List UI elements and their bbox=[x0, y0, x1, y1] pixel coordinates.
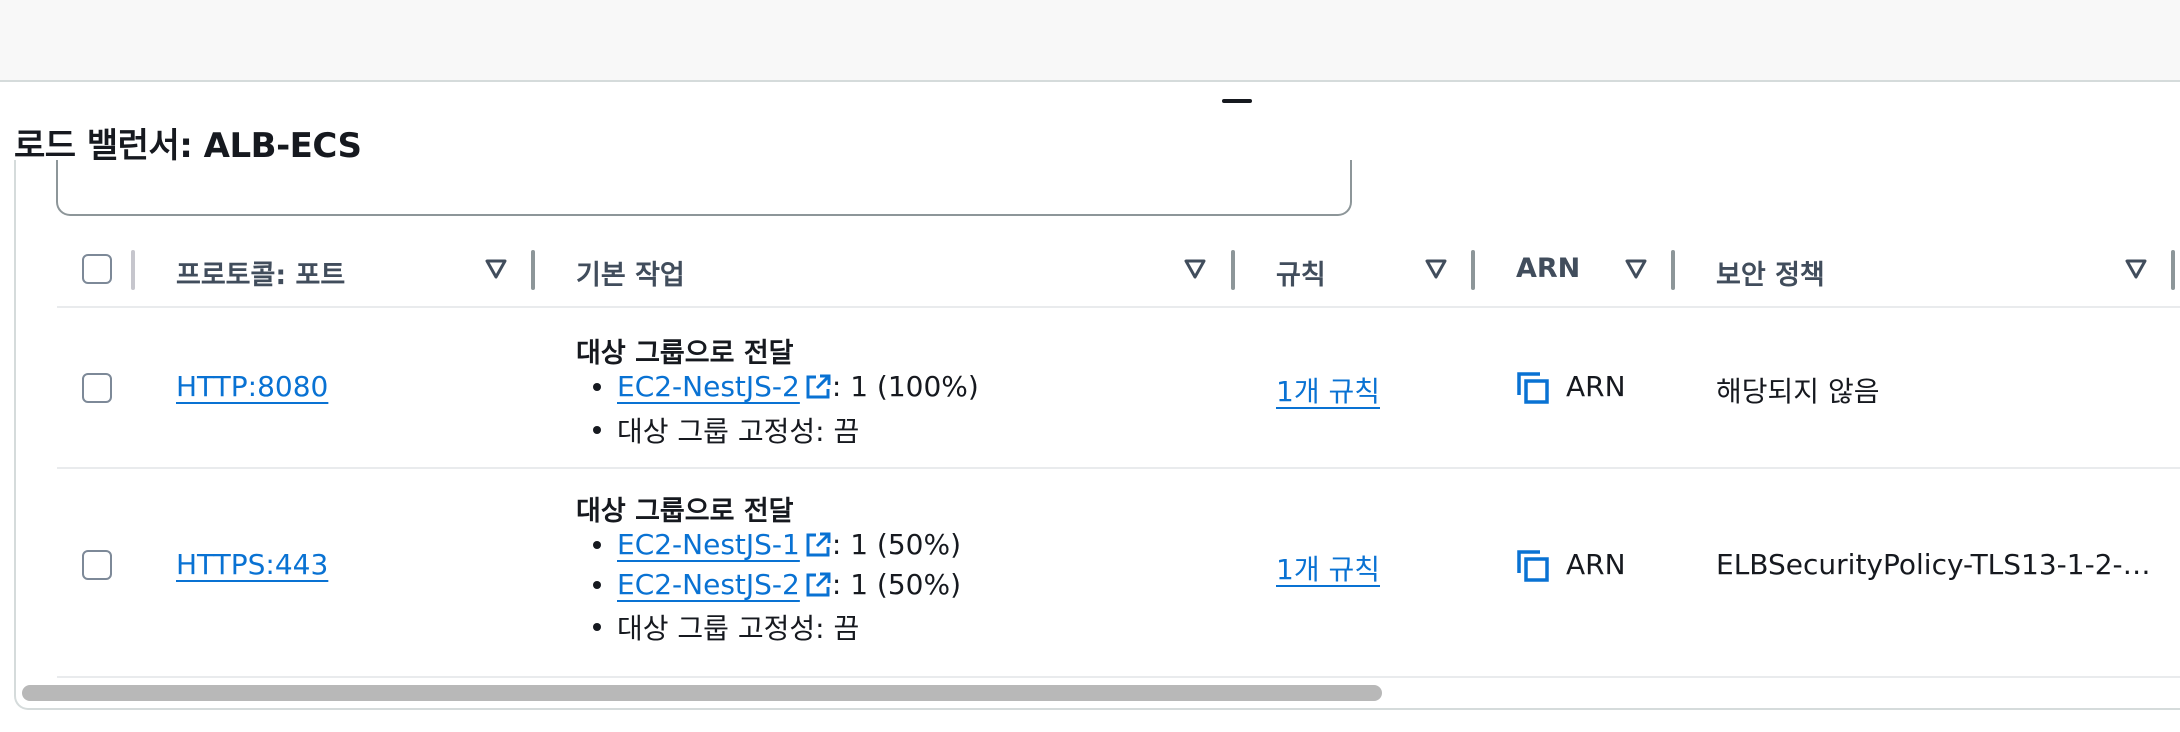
row-separator bbox=[57, 467, 2180, 469]
external-link-icon[interactable] bbox=[804, 531, 832, 559]
column-divider bbox=[131, 250, 135, 290]
rules-link[interactable]: 1개 규칙 bbox=[1276, 548, 1380, 588]
header-rules[interactable]: 규칙 bbox=[1276, 253, 1326, 292]
target-group-link[interactable]: EC2-NestJS-1 bbox=[617, 528, 800, 561]
list-item: 대상 그룹 고정성: 끔 bbox=[593, 410, 859, 450]
security-policy-text: 해당되지 않음 bbox=[1716, 375, 1880, 408]
column-divider[interactable] bbox=[1231, 250, 1235, 290]
stickiness-text: 대상 그룹 고정성: 끔 bbox=[617, 415, 860, 448]
bullet bbox=[593, 623, 601, 631]
row-separator bbox=[57, 676, 2180, 678]
action-title: 대상 그룹으로 전달 bbox=[576, 338, 794, 369]
row-separator bbox=[57, 306, 2180, 308]
bullet bbox=[593, 426, 601, 434]
arn-label[interactable]: ARN bbox=[1566, 548, 1626, 581]
column-divider[interactable] bbox=[531, 250, 535, 290]
header-security-policy[interactable]: 보안 정책 bbox=[1716, 253, 1825, 292]
list-item: EC2-NestJS-2 : 1 (50%) bbox=[593, 568, 961, 601]
caret-down-icon[interactable] bbox=[1183, 258, 1207, 280]
column-divider[interactable] bbox=[1671, 250, 1675, 290]
column-divider[interactable] bbox=[2171, 250, 2175, 290]
target-weight: : 1 (50%) bbox=[831, 568, 961, 601]
select-all-checkbox[interactable] bbox=[82, 254, 112, 284]
row-checkbox[interactable] bbox=[82, 550, 112, 580]
horizontal-scrollbar-thumb[interactable] bbox=[22, 685, 1382, 701]
header-arn[interactable]: ARN bbox=[1516, 253, 1580, 284]
list-item: EC2-NestJS-1 : 1 (50%) bbox=[593, 528, 961, 561]
copy-icon[interactable] bbox=[1516, 549, 1550, 583]
target-weight: : 1 (50%) bbox=[831, 528, 961, 561]
arn-label[interactable]: ARN bbox=[1566, 370, 1626, 403]
panel-resize-handle[interactable] bbox=[1222, 99, 1252, 103]
security-policy-text: ELBSecurityPolicy-TLS13-1-2-… bbox=[1716, 548, 2151, 581]
header-protocol-port[interactable]: 프로토콜: 포트 bbox=[176, 253, 345, 292]
header-default-action[interactable]: 기본 작업 bbox=[576, 253, 685, 292]
bullet bbox=[593, 382, 601, 391]
target-group-link[interactable]: EC2-NestJS-2 bbox=[617, 370, 800, 403]
row-checkbox[interactable] bbox=[82, 373, 112, 403]
target-weight: : 1 (100%) bbox=[831, 370, 979, 403]
caret-down-icon[interactable] bbox=[484, 258, 508, 280]
target-group-link[interactable]: EC2-NestJS-2 bbox=[617, 568, 800, 601]
bullet bbox=[593, 540, 601, 549]
bullet bbox=[593, 580, 601, 589]
external-link-icon[interactable] bbox=[804, 373, 832, 401]
top-bar bbox=[0, 0, 2180, 82]
listener-link[interactable]: HTTP:8080 bbox=[176, 370, 328, 403]
filter-input-edge bbox=[56, 160, 1352, 216]
rules-link[interactable]: 1개 규칙 bbox=[1276, 370, 1380, 410]
list-item: EC2-NestJS-2 : 1 (100%) bbox=[593, 370, 979, 403]
caret-down-icon[interactable] bbox=[1424, 258, 1448, 280]
copy-icon[interactable] bbox=[1516, 371, 1550, 405]
listener-link[interactable]: HTTPS:443 bbox=[176, 548, 328, 581]
column-divider[interactable] bbox=[1471, 250, 1475, 290]
caret-down-icon[interactable] bbox=[1624, 258, 1648, 280]
stickiness-text: 대상 그룹 고정성: 끔 bbox=[617, 612, 860, 645]
action-title: 대상 그룹으로 전달 bbox=[576, 496, 794, 527]
list-item: 대상 그룹 고정성: 끔 bbox=[593, 607, 859, 647]
listeners-table-container bbox=[14, 160, 2180, 710]
caret-down-icon[interactable] bbox=[2124, 258, 2148, 280]
external-link-icon[interactable] bbox=[804, 571, 832, 599]
